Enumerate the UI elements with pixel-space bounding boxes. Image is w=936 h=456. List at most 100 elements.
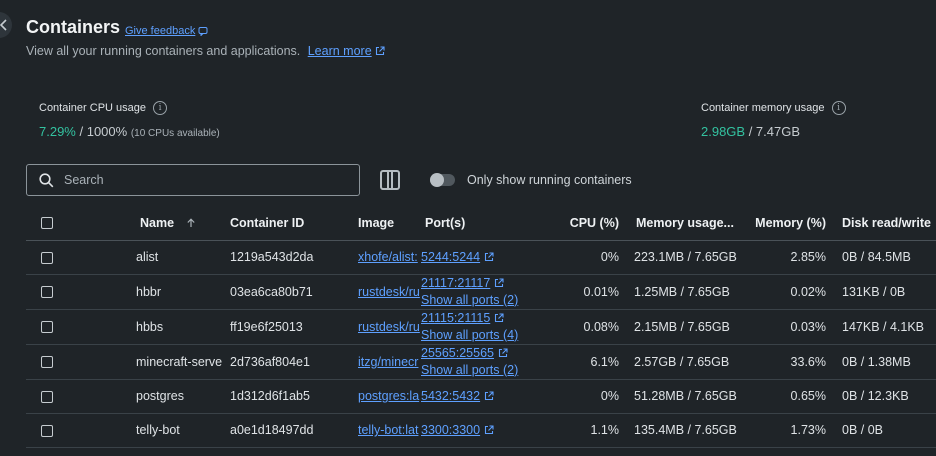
external-link-icon [485,251,494,261]
row-checkbox[interactable] [41,390,53,403]
memory-usage-value: 2.98GB / 7.47GB [701,124,800,139]
container-name[interactable]: minecraft-serve [136,344,229,380]
row-checkbox[interactable] [41,251,53,264]
port-link[interactable]: 3300:3300 [421,423,480,437]
running-only-label: Only show running containers [467,173,632,187]
table-row[interactable]: postgres 1d312d6f1ab5 postgres:la 5432:5432… [26,379,936,414]
cpu-usage-total: / 1000% [75,124,128,139]
show-all-ports-link[interactable]: Show all ports (2) [421,362,560,379]
running-only-toggle[interactable] [430,173,455,187]
cpu-percent: 0.08% [560,309,630,345]
column-settings-button[interactable] [380,170,400,190]
cpu-percent: 1.1% [560,413,630,448]
external-link-icon [498,347,508,357]
memory-usage-total: / 7.47GB [745,124,801,139]
memory-usage: 1.25MB / 7.65GB [630,274,746,310]
memory-usage: 2.57GB / 7.65GB [630,344,746,380]
port-link[interactable]: 21115:21115 [421,311,490,325]
disk-read-write: 147KB / 4.1KB [832,309,936,345]
column-header-name[interactable]: Name [98,206,229,241]
show-all-ports-link[interactable]: Show all ports (2) [421,292,560,309]
cpu-usage-value: 7.29% / 1000% (10 CPUs available) [39,124,220,139]
show-all-ports-link[interactable]: Show all ports (4) [421,327,560,344]
chevron-left-icon [0,19,7,31]
search-box[interactable] [26,164,360,196]
memory-usage-amount: 2.98GB [701,124,746,139]
table-row[interactable]: hbbr 03ea6ca80b71 rustdesk/ru 21117:21117 Sh… [26,274,936,310]
container-id: a0e1d18497dd [229,413,355,448]
external-link-icon [375,46,385,56]
cpu-count-note: (10 CPUs available) [130,128,220,139]
column-header-cpu[interactable]: CPU (%) [560,206,630,241]
image-link[interactable]: rustdesk/ru [358,285,420,299]
image-link[interactable]: postgres:la [358,389,419,403]
row-checkbox[interactable] [41,286,53,299]
row-checkbox[interactable] [41,424,53,437]
table-row[interactable]: minecraft-serve 2d736af804e1 itzg/minecr 25… [26,344,936,380]
info-icon[interactable]: i [831,101,846,115]
memory-usage-label: Container memory usage i [701,101,846,115]
row-checkbox[interactable] [41,321,53,334]
container-name[interactable]: alist [136,240,229,275]
port-link[interactable]: 21117:21117 [421,276,490,290]
image-link[interactable]: rustdesk/ru [358,320,420,334]
memory-percent: 33.6% [746,344,832,380]
table-row[interactable]: hbbs ff19e6f25013 rustdesk/ru 21115:21115 Sh… [26,309,936,345]
subtitle-text: View all your running containers and app… [26,44,301,58]
container-name[interactable]: postgres [136,379,229,414]
memory-percent: 2.85% [746,240,832,275]
container-id: 1d312d6f1ab5 [229,379,355,414]
port-link[interactable]: 25565:25565 [421,346,494,360]
column-header-ports[interactable]: Port(s) [421,206,560,241]
image-link[interactable]: telly-bot:lat [358,423,418,437]
image-link[interactable]: itzg/minecr [358,355,418,369]
table-row[interactable]: alist 1219a543d2da xhofe/alist: 5244:5244 0%… [26,240,936,275]
cpu-percent: 0% [560,379,630,414]
memory-percent: 0.03% [746,309,832,345]
memory-usage: 223.1MB / 7.65GB [630,240,746,275]
memory-usage: 135.4MB / 7.65GB [630,413,746,448]
cpu-percent: 0% [560,240,630,275]
learn-more-label: Learn more [307,44,372,58]
memory-usage-label-text: Container memory usage [701,102,825,114]
give-feedback-link[interactable]: Give feedback [125,25,208,37]
learn-more-link[interactable]: Learn more [308,44,385,58]
column-header-memory-percent[interactable]: Memory (%) [746,206,832,241]
external-link-icon [485,390,494,400]
container-id: 2d736af804e1 [229,344,355,380]
disk-read-write: 0B / 12.3KB [832,379,936,414]
containers-table: Name Container ID Image Port(s) CPU (%) … [26,206,936,448]
external-link-icon [495,312,504,322]
disk-read-write: 131KB / 0B [832,274,936,310]
container-name[interactable]: hbbr [136,274,229,310]
arrow-up-icon [186,218,195,227]
port-link[interactable]: 5432:5432 [421,389,480,403]
row-checkbox[interactable] [41,356,53,369]
container-id: ff19e6f25013 [229,309,355,345]
cpu-usage-percent: 7.29% [39,124,76,139]
memory-percent: 1.73% [746,413,832,448]
image-link[interactable]: xhofe/alist: [358,250,418,264]
table-row[interactable]: telly-bot a0e1d18497dd telly-bot:lat 3300:3… [26,413,936,448]
search-icon [39,172,54,187]
container-name[interactable]: hbbs [136,309,229,345]
back-button[interactable] [0,12,12,38]
container-id: 1219a543d2da [229,240,355,275]
cpu-usage-label-text: Container CPU usage [39,102,147,114]
column-header-memory-usage[interactable]: Memory usage... [630,206,746,241]
search-input[interactable] [64,173,344,187]
select-all-checkbox[interactable] [41,217,53,230]
memory-usage: 2.15MB / 7.65GB [630,309,746,345]
give-feedback-label: Give feedback [125,25,196,37]
container-name[interactable]: telly-bot [136,413,229,448]
column-header-container-id[interactable]: Container ID [229,206,355,241]
column-header-image[interactable]: Image [355,206,421,241]
port-link[interactable]: 5244:5244 [421,250,480,264]
external-link-icon [495,277,504,287]
info-icon[interactable]: i [153,101,168,115]
disk-read-write: 0B / 0B [832,413,936,448]
column-header-disk[interactable]: Disk read/write [832,206,936,241]
page-title: Containers [26,17,121,37]
page-subtitle: View all your running containers and app… [26,44,385,58]
table-header-row: Name Container ID Image Port(s) CPU (%) … [26,206,936,241]
